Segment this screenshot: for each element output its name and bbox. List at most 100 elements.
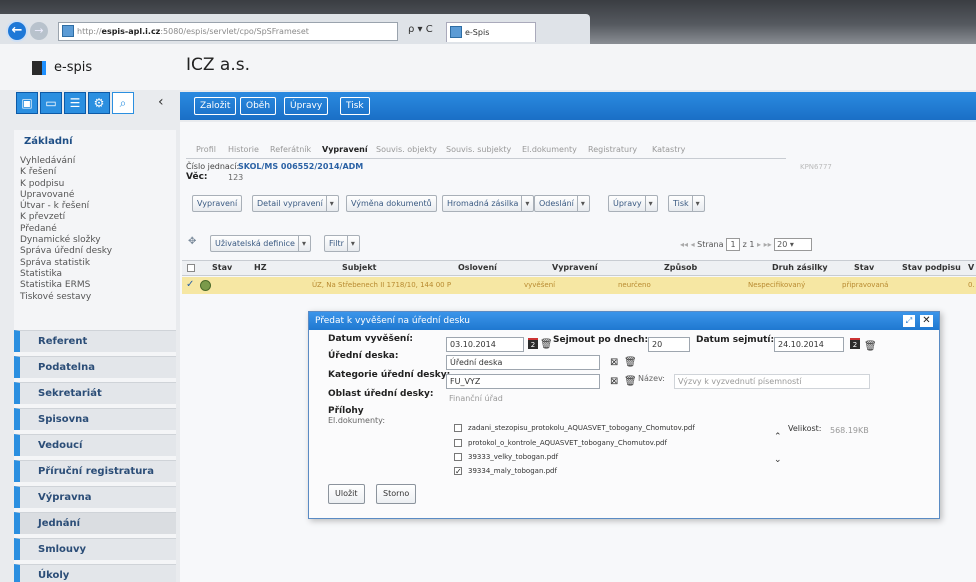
folder-icon[interactable]: ▭ (40, 92, 62, 114)
user-definition-button[interactable]: Uživatelská definice ▾ (210, 235, 311, 252)
collapse-icon[interactable]: ‹ (158, 94, 164, 110)
column-header[interactable]: Stav (212, 263, 232, 272)
vypraveni-button[interactable]: Vypravení (192, 195, 243, 212)
upravy-button[interactable]: Úpravy (284, 97, 329, 115)
dropdown-icon[interactable]: ▾ (325, 196, 334, 211)
close-icon[interactable]: ✕ (920, 315, 933, 327)
sidebar-item[interactable]: K řešení (20, 167, 170, 178)
sidebar-item[interactable]: Správa úřední desky (20, 246, 170, 257)
dialog-title[interactable]: Předat k vyvěšení na úřední desku (309, 312, 939, 330)
obeh-button[interactable]: Oběh (240, 97, 277, 115)
sidebar-item[interactable]: Dynamické složky (20, 235, 170, 246)
select-all-checkbox[interactable] (187, 264, 195, 272)
column-header[interactable]: HZ (254, 263, 267, 272)
tab-referatnik[interactable]: Referátník (270, 145, 311, 154)
sidebar-item[interactable]: Správa statistik (20, 258, 170, 269)
sidebar-group-podatelna[interactable]: Podatelna (14, 356, 176, 378)
sidebar-item[interactable]: Útvar - k řešení (20, 201, 170, 212)
dropdown-icon[interactable]: ▾ (297, 236, 306, 251)
address-bar[interactable]: http://espis-apl.i.cz:5080/espis/servlet… (58, 22, 398, 41)
sidebar-item[interactable]: Předané (20, 224, 170, 235)
scroll-up-icon[interactable]: ⌃ (774, 432, 782, 442)
tab-souvis-objekty[interactable]: Souvis. objekty (376, 145, 437, 154)
column-header[interactable]: V (968, 263, 974, 272)
trash-icon[interactable]: 🗑 (864, 341, 877, 352)
datum-vyveseni-input[interactable]: 03.10.2014 (446, 337, 524, 352)
scroll-down-icon[interactable]: ⌄ (774, 455, 782, 465)
column-header[interactable]: Druh zásilky (772, 263, 828, 272)
pager-next-icon[interactable]: ▸ ▸▸ (757, 240, 772, 249)
pager-prev-icon[interactable]: ◂◂ ◂ (680, 240, 695, 249)
sidebar-group-vedouci[interactable]: Vedoucí (14, 434, 176, 456)
column-header[interactable]: Subjekt (342, 263, 377, 272)
sidebar-item[interactable]: Tiskové sestavy (20, 292, 170, 303)
gear-icon[interactable]: ⚙ (88, 92, 110, 114)
drag-handle-icon[interactable]: ✥ (188, 236, 196, 247)
kategorie-input[interactable]: FU_VYZ (446, 374, 600, 389)
save-button[interactable]: Uložit (328, 484, 365, 504)
pager-size-select[interactable]: 20 ▾ (774, 238, 813, 251)
table-row[interactable]: ÚZ, Na Střebenech II 1718/10, 144 00 P v… (182, 277, 976, 294)
pager-page-input[interactable]: 1 (726, 238, 741, 251)
datum-sejmuti-input[interactable]: 24.10.2014 (774, 337, 844, 352)
odeslani-button[interactable]: Odeslání ▾ (534, 195, 590, 212)
tab-katastry[interactable]: Katastry (652, 145, 685, 154)
calendar-icon[interactable]: 2 (528, 338, 538, 349)
tab-vypraveni[interactable]: Vypravení (322, 145, 368, 154)
tab-souvis-subjekty[interactable]: Souvis. subjekty (446, 145, 511, 154)
detail-vypraveni-button[interactable]: Detail vypravení ▾ (252, 195, 339, 212)
sidebar-group-vypravna[interactable]: Výpravna (14, 486, 176, 508)
sidebar-item[interactable]: Upravované (20, 190, 170, 201)
zalozit-button[interactable]: Založit (194, 97, 237, 115)
tab-historie[interactable]: Historie (228, 145, 259, 154)
sejmout-input[interactable]: 20 (648, 337, 690, 352)
cancel-button[interactable]: Storno (376, 484, 417, 504)
trash-icon[interactable]: 🗑 (540, 339, 553, 350)
dropdown-icon[interactable]: ▾ (691, 196, 700, 211)
trash-icon[interactable]: 🗑 (624, 376, 637, 387)
picker-icon[interactable]: ⊠ (610, 357, 618, 368)
document-item[interactable]: 39333_velky_tobogan.pdf (454, 453, 558, 465)
dropdown-icon[interactable]: ▾ (644, 196, 653, 211)
tisk-button[interactable]: Tisk (340, 97, 370, 115)
sidebar-group-prirucni-registratura[interactable]: Příruční registratura (14, 460, 176, 482)
dropdown-icon[interactable]: ▾ (521, 196, 529, 211)
hromadna-zasilka-button[interactable]: Hromadná zásilka ▾ (442, 195, 535, 212)
address-tools[interactable]: ρ ▾ C (408, 24, 433, 35)
sidebar-group-referent[interactable]: Referent (14, 330, 176, 352)
sidebar-item[interactable]: K převzetí (20, 212, 170, 223)
sidebar-item[interactable]: Statistika ERMS (20, 280, 170, 291)
pin-icon[interactable]: ⤢ (903, 315, 915, 327)
sidebar-section-title[interactable]: Základní (24, 136, 73, 147)
dropdown-icon[interactable]: ▾ (576, 196, 585, 211)
sidebar-group-smlouvy[interactable]: Smlouvy (14, 538, 176, 560)
vymena-dokumentu-button[interactable]: Výměna dokumentů (346, 195, 437, 212)
tab-profil[interactable]: Profil (196, 145, 216, 154)
column-header[interactable]: Stav (854, 263, 874, 272)
sidebar-group-ukoly[interactable]: Úkoly (14, 564, 176, 582)
forward-icon[interactable]: → (30, 22, 48, 40)
trash-icon[interactable]: 🗑 (624, 357, 637, 368)
column-header[interactable]: Stav podpisu (902, 263, 961, 272)
sidebar-item[interactable]: Vyhledávání (20, 156, 170, 167)
column-header[interactable]: Způsob (664, 263, 697, 272)
dropdown-icon[interactable]: ▾ (346, 236, 355, 251)
column-header[interactable]: Vypravení (552, 263, 598, 272)
document-icon[interactable]: ▣ (16, 92, 38, 114)
sidebar-item[interactable]: Statistika (20, 269, 170, 280)
document-item[interactable]: protokol_o_kontrole_AQUASVET_tobogany_Ch… (454, 439, 667, 451)
column-header[interactable]: Oslovení (458, 263, 497, 272)
uredni-deska-input[interactable]: Úřední deska (446, 355, 600, 370)
back-icon[interactable]: ← (6, 20, 28, 42)
sidebar-group-sekretariat[interactable]: Sekretariát (14, 382, 176, 404)
tab-el-dokumenty[interactable]: El.dokumenty (522, 145, 577, 154)
document-item[interactable]: zadani_stezopisu_protokolu_AQUASVET_tobo… (454, 424, 695, 436)
sidebar-group-spisovna[interactable]: Spisovna (14, 408, 176, 430)
picker-icon[interactable]: ⊠ (610, 376, 618, 387)
search-icon[interactable]: ⌕ (112, 92, 134, 114)
list-icon[interactable]: ☰ (64, 92, 86, 114)
filter-button[interactable]: Filtr ▾ (324, 235, 360, 252)
row-check-icon[interactable]: ✓ (186, 279, 194, 290)
document-item[interactable]: 39334_maly_tobogan.pdf (454, 467, 557, 479)
sidebar-item[interactable]: K podpisu (20, 179, 170, 190)
